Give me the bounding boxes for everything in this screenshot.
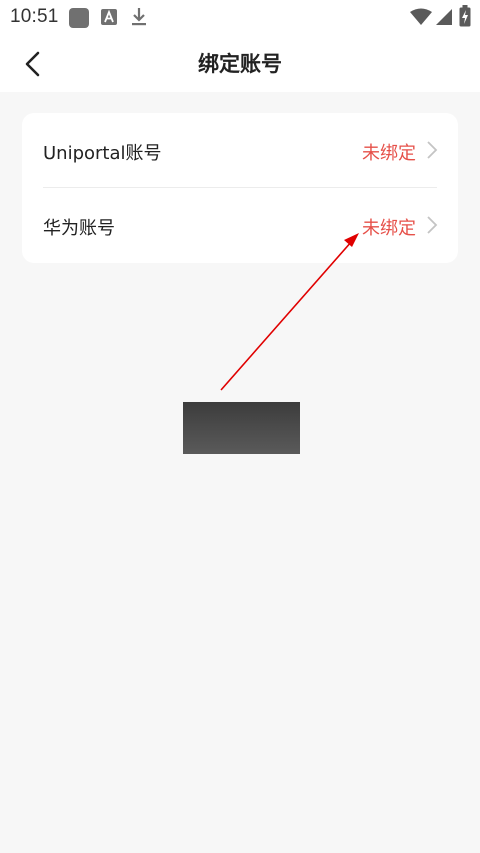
status-time: 10:51 — [10, 6, 59, 27]
binding-status: 未绑定 — [362, 218, 416, 239]
chevron-right-icon — [426, 140, 438, 160]
keyboard-a-icon — [101, 9, 117, 29]
binding-status: 未绑定 — [362, 143, 416, 164]
account-list-card: Uniportal账号 未绑定 华为账号 未绑定 — [22, 113, 458, 263]
wifi-icon — [409, 8, 433, 30]
account-label: Uniportal账号 — [43, 143, 162, 164]
app-header: 绑定账号 — [0, 36, 480, 92]
download-icon — [130, 7, 148, 31]
account-label: 华为账号 — [43, 218, 115, 239]
signal-icon — [435, 8, 453, 30]
battery-charging-icon — [459, 5, 471, 31]
chevron-right-icon — [426, 215, 438, 235]
app-square-icon — [68, 7, 90, 33]
page-title: 绑定账号 — [198, 52, 282, 76]
account-row-uniportal[interactable]: Uniportal账号 未绑定 — [22, 113, 458, 188]
account-row-huawei[interactable]: 华为账号 未绑定 — [22, 188, 458, 263]
redacted-image — [183, 402, 300, 454]
status-bar: 10:51 — [0, 0, 480, 36]
